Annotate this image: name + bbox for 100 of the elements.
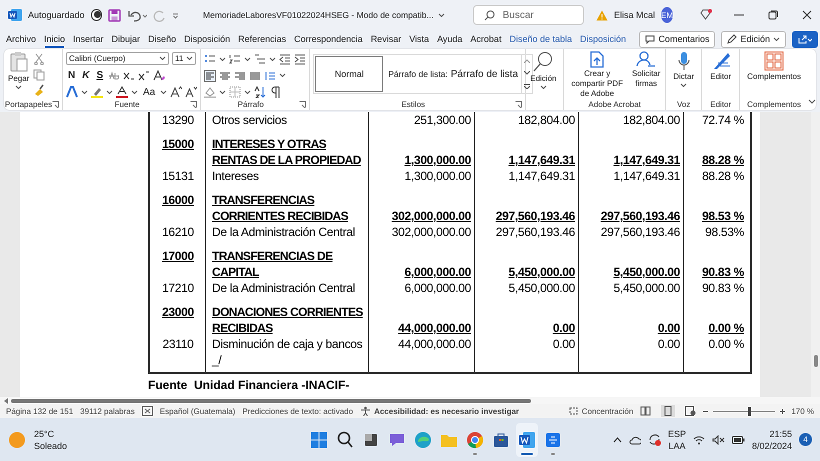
close-icon[interactable]: [802, 10, 812, 20]
language-status[interactable]: Español (Guatemala): [160, 406, 236, 416]
read-mode-icon[interactable]: [640, 406, 652, 416]
scroll-up-icon[interactable]: [524, 59, 530, 64]
format-painter-button[interactable]: [33, 84, 46, 96]
change-case-button[interactable]: Aa: [141, 86, 158, 98]
style-list-paragraph[interactable]: Párrafo de lista: [450, 55, 522, 93]
zoom-out-icon[interactable]: [703, 408, 708, 414]
customize-caret-icon[interactable]: [172, 12, 180, 18]
justify-button[interactable]: [249, 70, 262, 82]
zoom-slider-thumb[interactable]: [748, 406, 752, 416]
menu-tab[interactable]: Inicio: [40, 32, 70, 46]
zoom-level[interactable]: 170 %: [791, 406, 814, 416]
horizontal-scrollbar[interactable]: [0, 397, 820, 404]
restore-icon[interactable]: [768, 10, 778, 20]
wifi-icon[interactable]: [692, 434, 705, 444]
document-title[interactable]: MemoriadeLaboresVF01022024HSEG - Modo de compatib...: [203, 10, 434, 20]
menu-tab[interactable]: Ayuda: [433, 32, 466, 46]
cloud-icon[interactable]: [628, 434, 641, 444]
font-color-button[interactable]: [116, 86, 128, 98]
user-avatar[interactable]: EM: [661, 7, 673, 23]
menu-tab[interactable]: Insertar: [69, 32, 108, 46]
create-pdf-button[interactable]: Crear y compartir PDF de Adobe: [567, 51, 628, 99]
italic-button[interactable]: K: [80, 70, 92, 81]
clear-format-button[interactable]: [153, 70, 166, 82]
dialog-launcher-icon[interactable]: [190, 101, 198, 108]
chevron-up-icon[interactable]: [612, 436, 622, 442]
menu-tab[interactable]: Diseño: [144, 32, 180, 46]
save-icon[interactable]: [108, 8, 122, 22]
zoom-in-icon[interactable]: [780, 408, 786, 414]
decrease-indent-button[interactable]: [279, 53, 292, 65]
underline-button[interactable]: S: [94, 70, 106, 81]
print-layout-icon[interactable]: [661, 405, 676, 417]
bullets-button[interactable]: [204, 53, 216, 65]
menu-tab[interactable]: Vista: [405, 32, 434, 46]
show-marks-button[interactable]: [269, 86, 282, 98]
menu-tab[interactable]: Disposición: [576, 32, 630, 46]
undo-icon[interactable]: [127, 8, 148, 22]
style-caption[interactable]: Párrafo de lista:: [384, 55, 451, 93]
shrink-font-button[interactable]: [185, 86, 198, 98]
menu-tab[interactable]: Referencias: [234, 32, 290, 46]
menu-tab[interactable]: Disposición: [180, 32, 234, 46]
menu-tab[interactable]: Archivo: [2, 32, 40, 46]
accessibility-status[interactable]: Accesibilidad: es necesario investigar: [374, 406, 520, 416]
weather-widget[interactable]: 25°C Soleado: [8, 428, 308, 452]
page-count[interactable]: Página 132 de 151: [6, 406, 74, 416]
align-left-button[interactable]: [204, 70, 216, 82]
line-spacing-button[interactable]: [264, 70, 276, 82]
font-size-dropdown[interactable]: 11: [172, 52, 196, 65]
text-predictions-status[interactable]: Predicciones de texto: activado: [242, 406, 354, 416]
clock[interactable]: 21:55 8/02/2024: [752, 428, 792, 452]
collapse-ribbon-icon[interactable]: [808, 99, 816, 104]
superscript-button[interactable]: [138, 70, 150, 82]
dialog-launcher-icon[interactable]: [515, 101, 522, 108]
menu-tab[interactable]: Dibujar: [108, 32, 144, 46]
editing-button[interactable]: Edición: [529, 51, 558, 98]
increase-indent-button[interactable]: [294, 53, 306, 65]
search-field[interactable]: Buscar: [472, 5, 584, 25]
diamond-icon[interactable]: [699, 9, 712, 21]
menu-tab[interactable]: Correspondencia: [290, 32, 367, 46]
numbering-button[interactable]: [229, 53, 242, 65]
focus-mode-button[interactable]: Concentración: [568, 406, 634, 416]
muted-speaker-icon[interactable]: [712, 434, 725, 444]
vertical-scrollbar[interactable]: [811, 112, 820, 397]
web-layout-icon[interactable]: [685, 406, 696, 416]
text-effects-button[interactable]: [66, 86, 78, 98]
autosave-toggle[interactable]: [90, 9, 102, 21]
multilevel-list-button[interactable]: [254, 53, 266, 65]
center-button[interactable]: [219, 70, 232, 82]
grow-font-button[interactable]: [170, 86, 182, 98]
menu-tab[interactable]: Revisar: [366, 32, 406, 46]
menu-tab[interactable]: Acrobat: [466, 32, 506, 46]
style-normal[interactable]: Normal: [315, 56, 384, 92]
dialog-launcher-icon[interactable]: [299, 101, 306, 108]
borders-button[interactable]: [229, 86, 242, 98]
comments-button[interactable]: Comentarios: [639, 30, 716, 48]
sort-button[interactable]: [254, 86, 266, 98]
editing-mode-button[interactable]: Edición: [721, 30, 786, 48]
strikethrough-button[interactable]: [108, 70, 120, 82]
font-name-dropdown[interactable]: Calibri (Cuerpo): [66, 52, 169, 65]
menu-tab[interactable]: Diseño de tabla: [505, 32, 576, 46]
scroll-down-icon[interactable]: [524, 71, 530, 76]
keyboard-language[interactable]: ESP LAA: [668, 428, 686, 452]
align-right-button[interactable]: [234, 70, 246, 82]
cut-button[interactable]: [33, 53, 46, 65]
dialog-launcher-icon[interactable]: [52, 101, 59, 108]
notification-badge[interactable]: 4: [799, 433, 812, 446]
add-ins-button[interactable]: Complementos: [746, 51, 802, 98]
proofing-icon[interactable]: [142, 406, 153, 416]
paste-button[interactable]: Pegar: [7, 51, 30, 98]
highlight-button[interactable]: [91, 86, 103, 98]
shading-button[interactable]: [204, 86, 216, 98]
dictate-button[interactable]: Dictar: [672, 51, 696, 98]
share-button[interactable]: [792, 30, 818, 48]
editor-button[interactable]: Editor: [709, 51, 732, 98]
battery-icon[interactable]: [732, 436, 745, 444]
request-signatures-button[interactable]: Solicitar firmas: [630, 51, 662, 99]
sync-icon[interactable]: [648, 433, 661, 446]
bold-button[interactable]: N: [66, 70, 78, 81]
user-name[interactable]: Elisa Mcal: [614, 10, 655, 20]
